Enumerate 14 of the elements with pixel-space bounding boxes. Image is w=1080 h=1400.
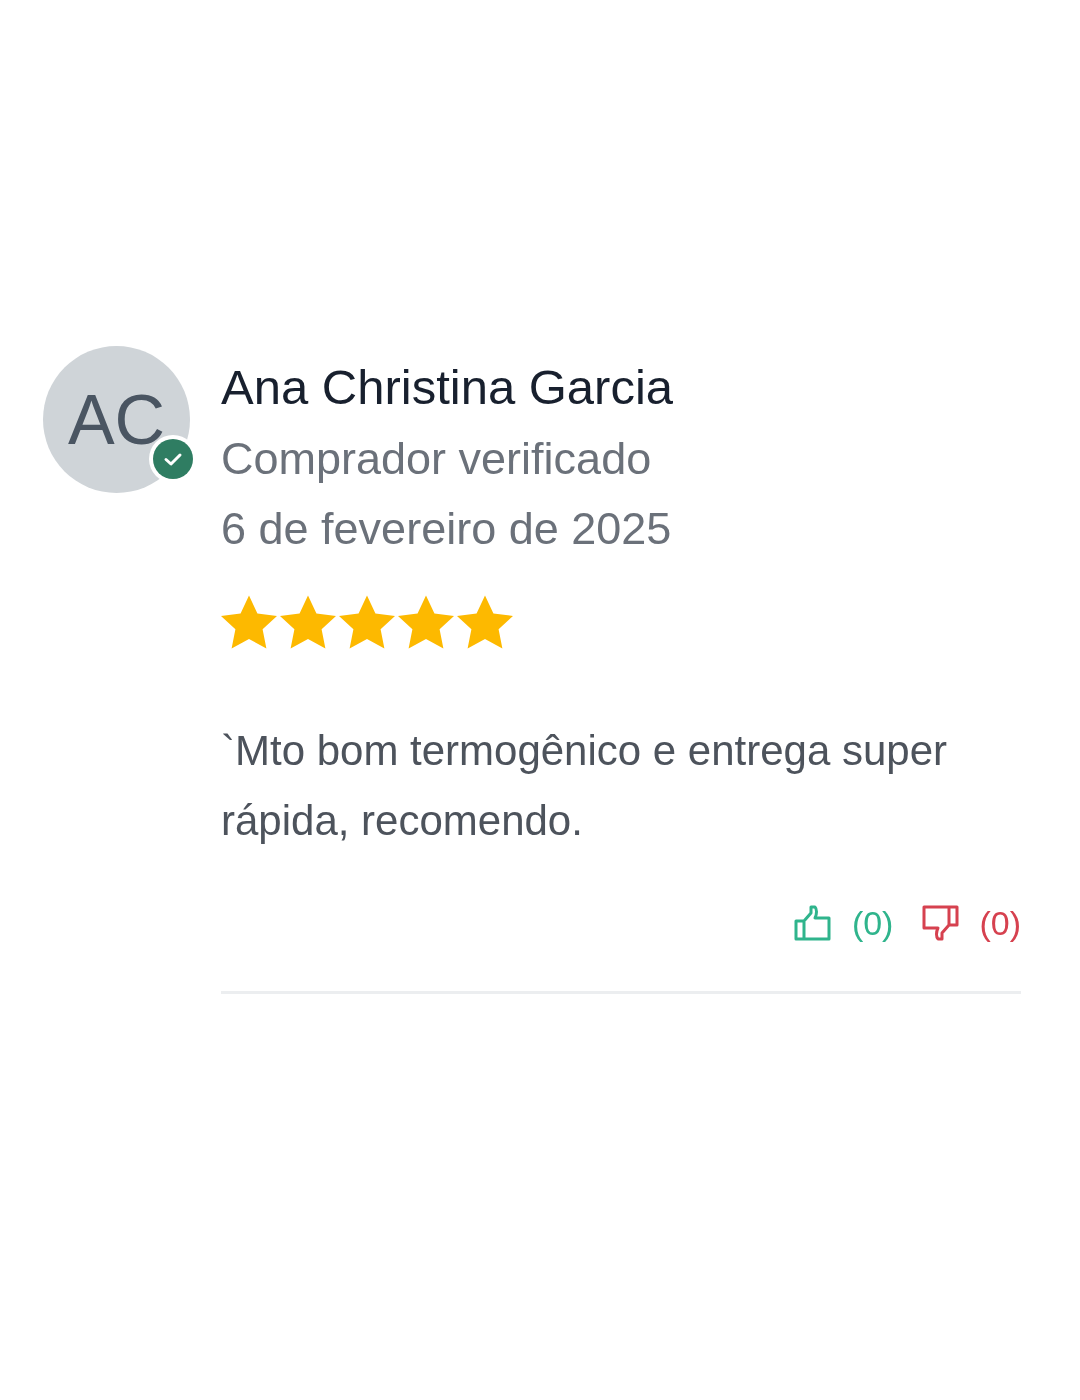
like-button[interactable]: (0)	[793, 905, 894, 941]
star-icon	[398, 594, 454, 650]
thumbs-down-icon	[921, 905, 960, 941]
thumbs-up-icon	[793, 905, 832, 941]
star-icon	[339, 594, 395, 650]
star-icon	[280, 594, 336, 650]
star-icon	[221, 594, 277, 650]
review-date: 6 de fevereiro de 2025	[221, 502, 673, 556]
dislike-button[interactable]: (0)	[921, 905, 1021, 941]
review-text: `Mto bom termogênico e entrega super rápida, recomendo.	[221, 726, 949, 846]
avatar-initials: AC	[67, 384, 166, 455]
reviewer-name: Ana Christina Garcia	[221, 359, 675, 416]
verified-buyer-label: Comprador verificado	[221, 432, 653, 486]
star-icon	[457, 594, 513, 650]
